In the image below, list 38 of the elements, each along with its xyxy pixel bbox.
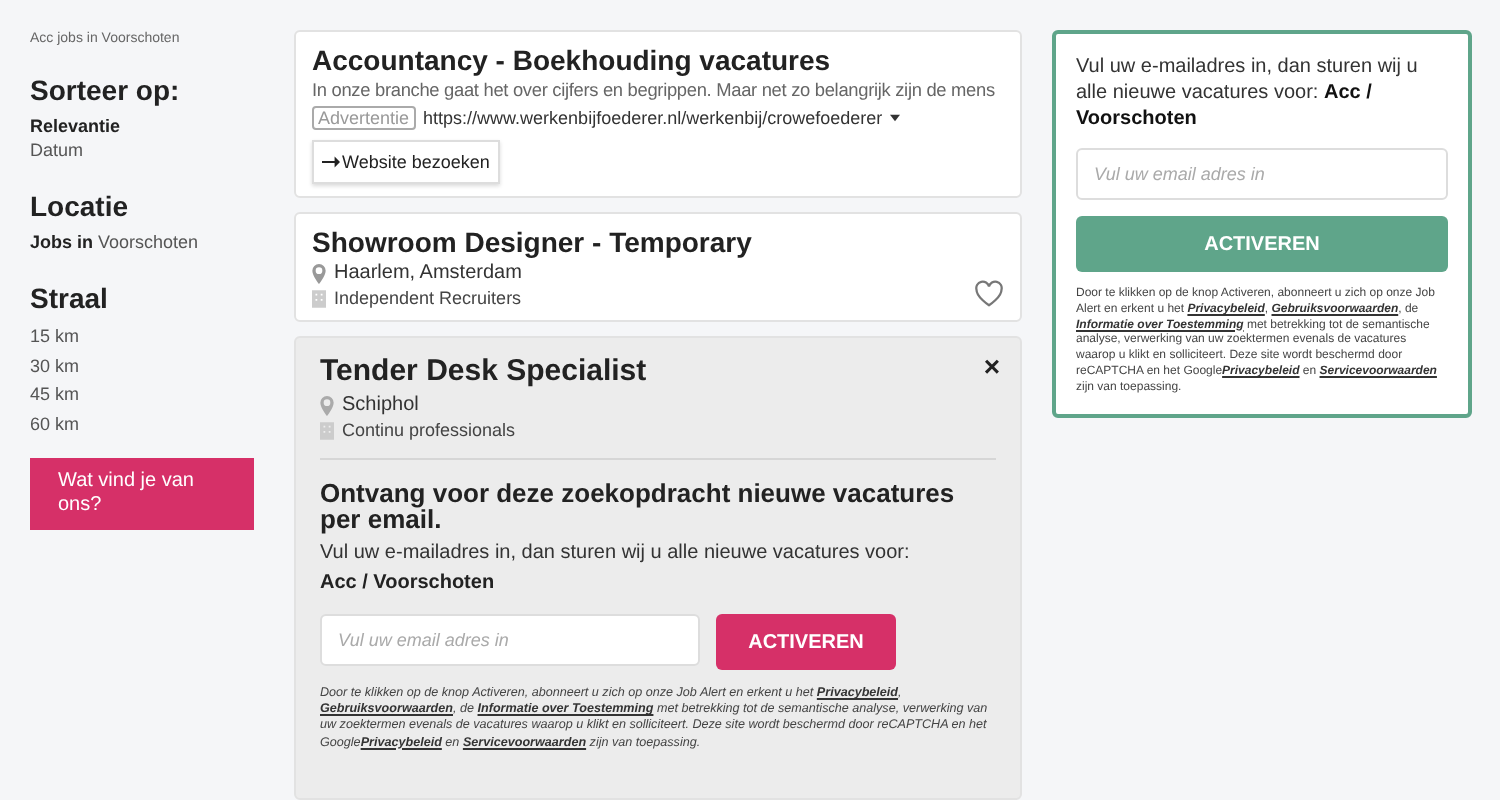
alert-target: Acc / Voorschoten (320, 572, 497, 594)
radius-option[interactable]: 60 km (30, 409, 254, 438)
heart-icon[interactable] (974, 280, 1004, 308)
section-heading: Sorteer op: (30, 74, 182, 106)
ad-title[interactable]: Accountancy - Boekhouding vacatures (312, 44, 1004, 76)
section-heading: Straal (30, 282, 110, 314)
feedback-button[interactable]: Wat vind je van ons? (30, 458, 254, 530)
building-icon (312, 289, 326, 307)
company-name: Independent Recruiters (334, 288, 522, 308)
caret-icon[interactable] (890, 114, 901, 122)
section-heading: Locatie (30, 190, 131, 222)
alert-text: Vul uw e-mailadres in, dan sturen wij u alle nieuwe vacatures voor: (320, 542, 912, 564)
activate-button[interactable]: ACTIVEREN (716, 614, 896, 670)
ad-url[interactable]: https://www.werkenbijfoederer.nl/werkenbij/crowefoederer (423, 108, 883, 128)
email-field[interactable]: Vul uw email adres in (1076, 148, 1448, 200)
radius-option[interactable]: 45 km (30, 380, 254, 409)
job-card[interactable]: Showroom Designer - Temporary Haarlem, Amsterdam Independent Recruiters (294, 212, 1022, 322)
radius-option[interactable]: 30 km (30, 351, 254, 380)
job-title: Tender Desk Specialist (320, 354, 647, 388)
company-name: Continu professionals (342, 420, 516, 440)
radius-option[interactable]: 15 km (30, 322, 254, 351)
location-pin-icon (312, 263, 326, 283)
location-text: Jobs in Voorschoten (30, 230, 201, 254)
alert-text: Vul uw e-mailadres in, dan sturen wij u alle nieuwe vacatures voor: Acc / Voorschoten (1076, 54, 1420, 132)
alert-heading: Ontvang voor deze zoekopdracht nieuwe vacatures per email. (320, 480, 957, 532)
location-pin-icon (320, 395, 334, 415)
job-location: Haarlem, Amsterdam (334, 262, 522, 284)
job-title[interactable]: Showroom Designer - Temporary (312, 226, 1004, 258)
sort-option[interactable]: Relevantie (30, 114, 254, 138)
ad-label: Advertentie (312, 106, 416, 130)
visit-website-button[interactable]: Website bezoeken (312, 140, 500, 184)
email-field[interactable]: Vul uw email adres in (320, 614, 700, 666)
job-location: Schiphol (342, 394, 419, 416)
arrow-icon (322, 156, 340, 168)
sort-option[interactable]: Datum (30, 138, 254, 162)
building-icon (320, 421, 334, 439)
ad-description: In onze branche gaat het over cijfers en begrippen. Maar net zo belangrijk zijn de mens (312, 80, 997, 100)
close-button[interactable]: × (983, 350, 1000, 382)
